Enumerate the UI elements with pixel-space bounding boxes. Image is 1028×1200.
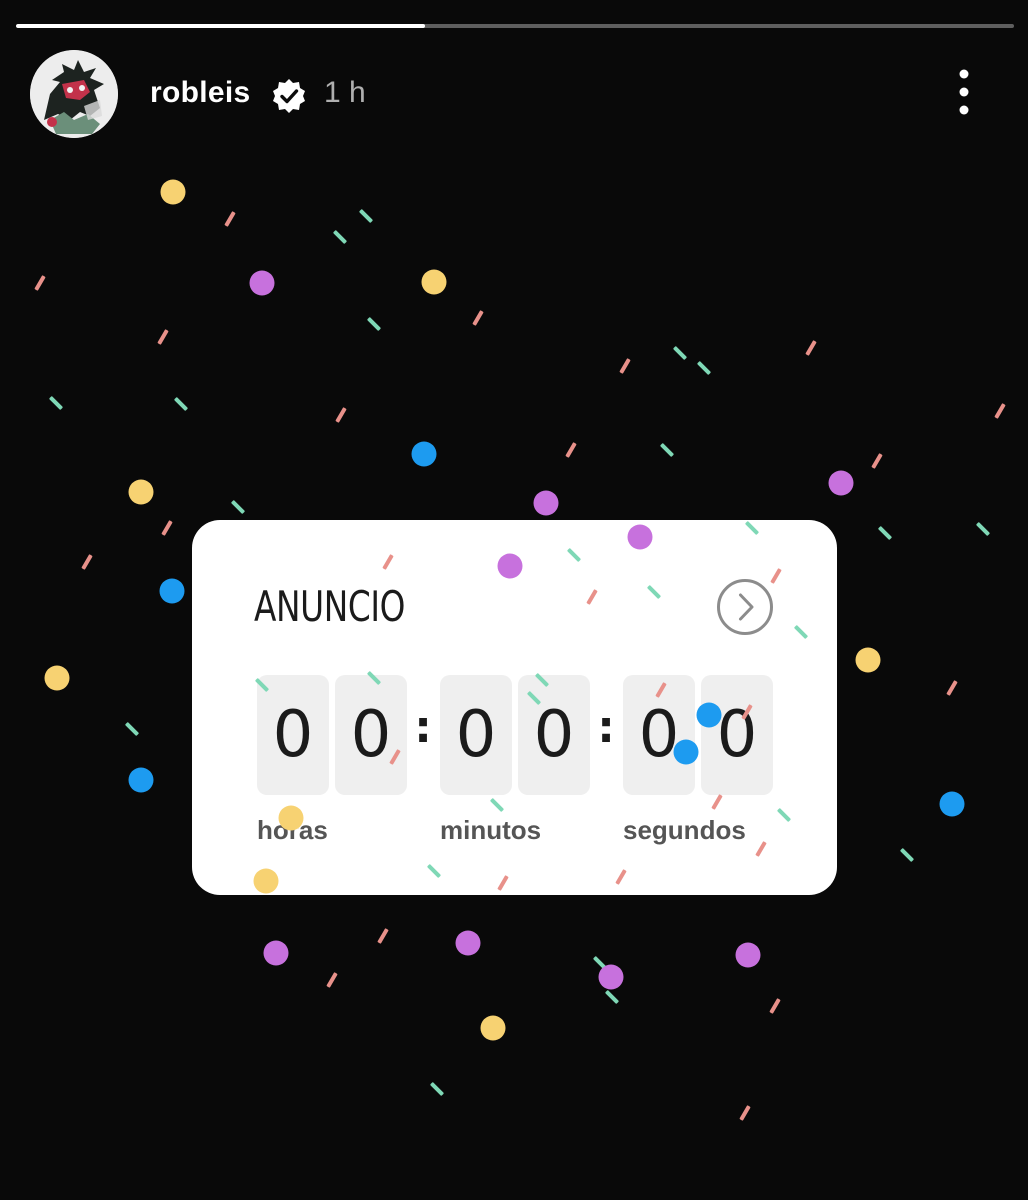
confetti-dash xyxy=(878,526,892,540)
confetti-dot xyxy=(533,490,559,516)
confetti-dash xyxy=(377,928,389,944)
confetti-dash xyxy=(739,1105,751,1121)
confetti-dash xyxy=(231,500,245,514)
confetti-dash xyxy=(673,346,687,360)
confetti-dash xyxy=(34,275,46,291)
story-header: robleis 1 h xyxy=(30,50,998,140)
colon-separator: : xyxy=(597,702,615,753)
confetti-dash xyxy=(660,443,674,457)
confetti-dot xyxy=(939,791,965,817)
confetti-dot xyxy=(160,179,186,205)
story-progress-fill xyxy=(16,24,426,28)
hours-digit-2: 0 xyxy=(335,675,407,795)
hours-label: horas xyxy=(257,815,328,845)
minutes-digit-2: 0 xyxy=(518,675,590,795)
avatar[interactable] xyxy=(30,50,118,138)
hours-digit-1: 0 xyxy=(257,675,329,795)
confetti-dot xyxy=(421,269,447,295)
confetti-dash xyxy=(359,209,373,223)
confetti-dot xyxy=(159,578,185,604)
confetti-dot xyxy=(263,940,289,966)
minutes-label: minutos xyxy=(440,815,542,845)
confetti-dash xyxy=(430,1082,444,1096)
confetti-dash xyxy=(593,956,607,970)
colon-separator: : xyxy=(414,702,432,753)
confetti-dash xyxy=(697,361,711,375)
confetti-dash xyxy=(565,442,577,458)
seconds-digit-1: 0 xyxy=(623,675,695,795)
confetti-dash xyxy=(49,396,63,410)
story-progress-bar xyxy=(16,24,1014,28)
chevron-right-circle-icon[interactable] xyxy=(716,578,774,636)
confetti-dash xyxy=(333,230,347,244)
confetti-dot xyxy=(128,767,154,793)
countdown-card[interactable]: ANUNCIO 0 0 : 0 0 : 0 0 horas minutos se… xyxy=(192,520,837,895)
confetti-dash xyxy=(976,522,990,536)
minutes-digit-1: 0 xyxy=(440,675,512,795)
confetti-dot xyxy=(44,665,70,691)
username[interactable]: robleis xyxy=(150,76,250,110)
confetti-dash xyxy=(367,317,381,331)
confetti-dash xyxy=(326,972,338,988)
confetti-dot xyxy=(128,479,154,505)
confetti-dash xyxy=(605,990,619,1004)
confetti-dash xyxy=(224,211,236,227)
confetti-dash xyxy=(619,358,631,374)
confetti-dash xyxy=(161,520,173,536)
confetti-dash xyxy=(994,403,1006,419)
confetti-dash xyxy=(157,329,169,345)
confetti-dot xyxy=(828,470,854,496)
confetti-dot xyxy=(480,1015,506,1041)
seconds-digit-2: 0 xyxy=(701,675,773,795)
more-options-icon[interactable] xyxy=(944,68,984,118)
confetti-dash xyxy=(769,998,781,1014)
verified-badge-icon xyxy=(271,78,307,114)
confetti-dash xyxy=(335,407,347,423)
confetti-dash xyxy=(174,397,188,411)
confetti-dash xyxy=(805,340,817,356)
seconds-label: segundos xyxy=(623,815,746,845)
confetti-dash xyxy=(81,554,93,570)
confetti-dash xyxy=(871,453,883,469)
confetti-dot xyxy=(855,647,881,673)
confetti-dot xyxy=(411,441,437,467)
confetti-dash xyxy=(900,848,914,862)
confetti-dot xyxy=(598,964,624,990)
confetti-dash xyxy=(946,680,958,696)
confetti-dot xyxy=(249,270,275,296)
confetti-dot xyxy=(455,930,481,956)
confetti-dash xyxy=(472,310,484,326)
confetti-dot xyxy=(735,942,761,968)
confetti-dash xyxy=(125,722,139,736)
story-time: 1 h xyxy=(324,76,366,109)
countdown-title: ANUNCIO xyxy=(254,582,406,631)
